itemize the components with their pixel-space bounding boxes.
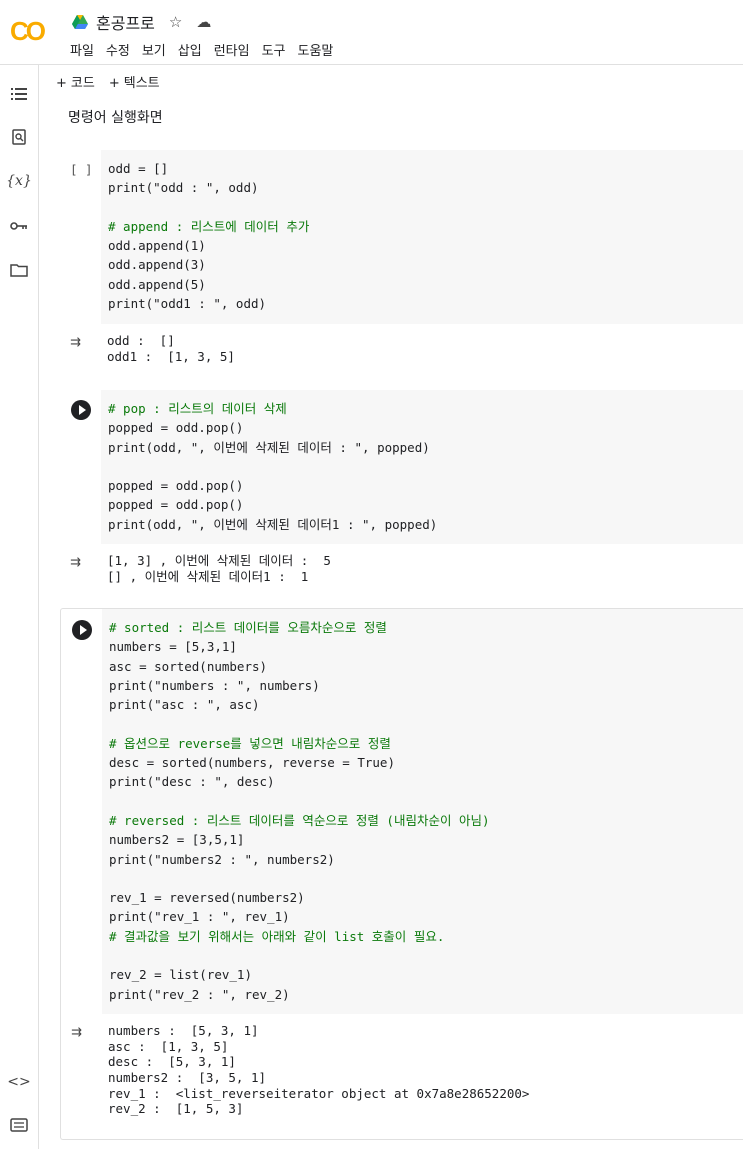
menu-runtime[interactable]: 런타임 <box>214 40 250 59</box>
menu-tools[interactable]: 도구 <box>262 40 286 59</box>
plus-icon: + <box>108 76 120 91</box>
code-line: # sorted : 리스트 데이터를 오름차순으로 정렬 <box>109 620 387 635</box>
code-line: print("odd : ", odd) <box>108 180 259 196</box>
output-line: rev_2 : [1, 5, 3] <box>108 1101 244 1117</box>
code-line: print("rev_1 : ", rev_1) <box>109 909 290 925</box>
add-code-button[interactable]: + 코드 <box>56 72 95 91</box>
output-line: [] , 이번에 삭제된 데이터1 : 1 <box>107 568 309 584</box>
output-line: odd : [] <box>107 333 175 348</box>
code-line: popped = odd.pop() <box>108 420 244 436</box>
code-line: asc = sorted(numbers) <box>109 658 268 674</box>
code-line: odd.append(5) <box>108 276 206 292</box>
code-line: print("asc : ", asc) <box>109 697 260 713</box>
output-line: asc : [1, 3, 5] <box>108 1038 229 1054</box>
folder-icon[interactable] <box>8 259 30 281</box>
code-editor[interactable]: # pop : 리스트의 데이터 삭제 popped = odd.pop() p… <box>101 390 743 544</box>
output-line: rev_1 : <list_reverseiterator object at … <box>108 1085 530 1101</box>
plus-icon: + <box>56 76 67 91</box>
output-toggle-icon[interactable]: ⇉ <box>70 335 81 351</box>
left-sidebar: {x} <> <box>0 65 39 1149</box>
menu-view[interactable]: 보기 <box>142 40 166 59</box>
code-line: popped = odd.pop() <box>108 497 244 513</box>
code-line: print(odd, ", 이번에 삭제된 데이터1 : ", popped) <box>108 516 438 532</box>
cloud-icon[interactable]: ☁ <box>196 13 211 31</box>
code-editor[interactable]: odd = [] print("odd : ", odd) # append :… <box>101 150 743 324</box>
output-toggle-icon[interactable]: ⇉ <box>70 555 81 571</box>
cell-output: ⇉ numbers : [5, 3, 1] asc : [1, 3, 5] de… <box>61 1023 743 1117</box>
code-line: odd.append(3) <box>108 257 206 273</box>
code-editor[interactable]: # sorted : 리스트 데이터를 오름차순으로 정렬 numbers = … <box>102 609 743 1014</box>
cell-output: ⇉ odd : [] odd1 : [1, 3, 5] <box>60 333 743 364</box>
code-line: rev_1 = reversed(numbers2) <box>109 890 305 906</box>
toc-icon[interactable] <box>8 83 30 105</box>
code-line: numbers = [5,3,1] <box>109 639 237 655</box>
cell-output: ⇉ [1, 3] , 이번에 삭제된 데이터 : 5 [] , 이번에 삭제된 … <box>60 553 743 584</box>
terminal-icon[interactable] <box>8 1114 30 1136</box>
search-icon[interactable] <box>8 126 30 148</box>
output-line: numbers2 : [3, 5, 1] <box>108 1070 267 1086</box>
notebook-toolbar: + 코드 + 텍스트 <box>56 72 160 91</box>
run-cell-button[interactable] <box>71 400 91 420</box>
output-line: desc : [5, 3, 1] <box>108 1054 236 1070</box>
drive-icon[interactable] <box>72 15 88 29</box>
top-bar: CO 혼공프로 ☆ ☁ 파일 수정 보기 삽입 런타임 도구 도움말 <box>0 0 743 65</box>
key-icon[interactable] <box>8 215 30 237</box>
add-text-button[interactable]: + 텍스트 <box>109 72 160 91</box>
notebook-title[interactable]: 혼공프로 <box>96 10 155 34</box>
code-line: print("numbers : ", numbers) <box>109 677 320 693</box>
code-cell-3[interactable]: # sorted : 리스트 데이터를 오름차순으로 정렬 numbers = … <box>60 608 743 1140</box>
add-text-label: 텍스트 <box>123 76 160 91</box>
code-line: odd = [] <box>108 161 169 176</box>
code-line: desc = sorted(numbers, reverse = True) <box>109 755 395 771</box>
output-line: numbers : [5, 3, 1] <box>108 1023 259 1038</box>
code-line: # reversed : 리스트 데이터를 역순으로 정렬 (내림차순이 아님) <box>109 812 490 828</box>
star-icon[interactable]: ☆ <box>169 13 182 31</box>
menu-file[interactable]: 파일 <box>70 40 94 59</box>
menu-insert[interactable]: 삽입 <box>178 40 202 59</box>
code-line: rev_2 = list(rev_1) <box>109 967 252 983</box>
menu-help[interactable]: 도움말 <box>298 40 334 59</box>
output-toggle-icon[interactable]: ⇉ <box>71 1025 82 1041</box>
variables-icon[interactable]: {x} <box>6 170 32 192</box>
menu-edit[interactable]: 수정 <box>106 40 130 59</box>
code-cell-2[interactable]: # pop : 리스트의 데이터 삭제 popped = odd.pop() p… <box>60 390 743 590</box>
code-line: # append : 리스트에 데이터 추가 <box>108 218 310 234</box>
output-line: odd1 : [1, 3, 5] <box>107 348 235 364</box>
code-line: # pop : 리스트의 데이터 삭제 <box>108 401 287 416</box>
title-row: 혼공프로 ☆ ☁ <box>72 10 211 34</box>
output-line: [1, 3] , 이번에 삭제된 데이터 : 5 <box>107 553 331 568</box>
text-cell[interactable]: 명령어 실행화면 <box>68 107 163 127</box>
code-line: print("odd1 : ", odd) <box>108 296 267 312</box>
code-line: print("numbers2 : ", numbers2) <box>109 851 335 867</box>
code-line: # 옵션으로 reverse를 넣으면 내림차순으로 정렬 <box>109 735 391 751</box>
code-line: print("rev_2 : ", rev_2) <box>109 986 290 1002</box>
code-line: odd.append(1) <box>108 238 206 254</box>
code-cell-1[interactable]: [ ] odd = [] print("odd : ", odd) # appe… <box>60 150 743 370</box>
menu-bar: 파일 수정 보기 삽입 런타임 도구 도움말 <box>70 40 333 59</box>
code-snippets-icon[interactable]: <> <box>7 1071 30 1093</box>
code-line: popped = odd.pop() <box>108 478 244 494</box>
add-code-label: 코드 <box>70 76 95 91</box>
colab-logo[interactable]: CO <box>10 16 46 47</box>
run-cell-button[interactable] <box>72 620 92 640</box>
code-line: numbers2 = [3,5,1] <box>109 832 245 848</box>
code-line: # 결과값을 보기 위해서는 아래와 같이 list 호출이 필요. <box>109 928 445 944</box>
code-line: print(odd, ", 이번에 삭제된 데이터 : ", popped) <box>108 439 430 455</box>
code-line: print("desc : ", desc) <box>109 774 275 790</box>
run-cell-button[interactable]: [ ] <box>70 162 93 177</box>
